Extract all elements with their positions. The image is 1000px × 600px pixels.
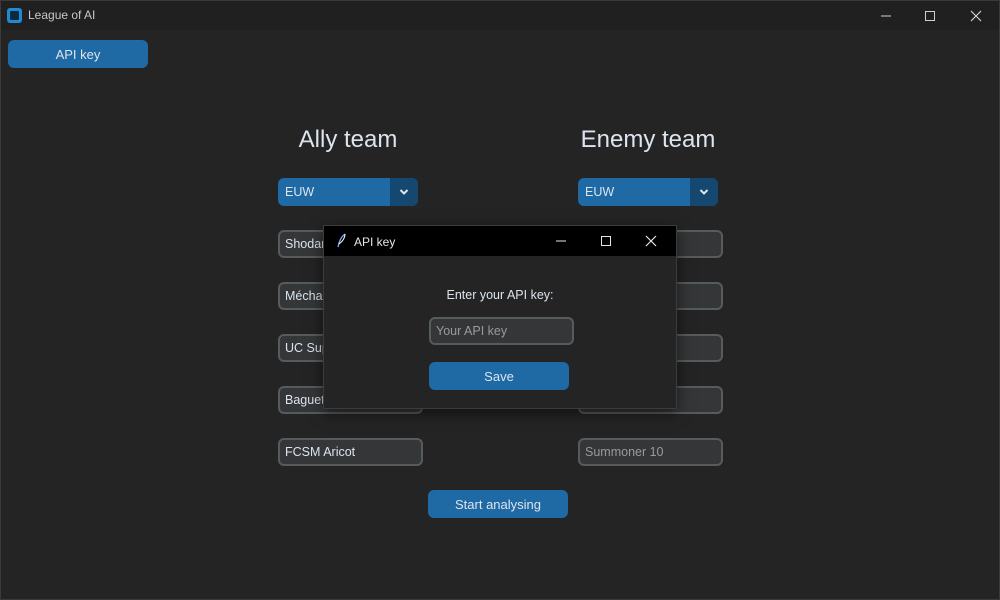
- maximize-button[interactable]: [907, 1, 953, 30]
- chevron-down-icon[interactable]: [390, 178, 418, 206]
- chevron-down-icon[interactable]: [690, 178, 718, 206]
- ally-region-dropdown[interactable]: EUW: [278, 178, 418, 206]
- minimize-icon: [881, 15, 891, 16]
- enemy-region-dropdown[interactable]: EUW: [578, 178, 718, 206]
- close-button[interactable]: [953, 1, 999, 30]
- api-key-button[interactable]: API key: [8, 40, 148, 68]
- ally-team-heading: Ally team: [298, 126, 398, 153]
- save-button[interactable]: Save: [429, 362, 569, 390]
- enemy-team-heading: Enemy team: [580, 126, 716, 153]
- maximize-icon: [925, 10, 935, 21]
- minimize-button[interactable]: [863, 1, 909, 30]
- start-analysing-button[interactable]: Start analysing: [428, 490, 568, 518]
- minimize-icon: [556, 240, 566, 242]
- dialog-minimize-button[interactable]: [538, 226, 584, 256]
- dialog-title-bar: API key: [324, 226, 676, 256]
- api-key-input[interactable]: Your API key: [429, 317, 574, 345]
- dialog-title: API key: [354, 235, 396, 249]
- dialog-maximize-button[interactable]: [583, 226, 629, 256]
- enemy-region-value: EUW: [585, 185, 615, 199]
- ally-summoner-5-input[interactable]: FCSM Aricot: [278, 438, 423, 466]
- dialog-close-button[interactable]: [628, 226, 674, 256]
- feather-icon: [337, 233, 346, 248]
- title-bar: League of AI: [1, 1, 999, 30]
- maximize-icon: [601, 236, 611, 246]
- app-icon: [7, 8, 22, 23]
- close-icon: [970, 10, 982, 21]
- close-icon: [645, 235, 657, 247]
- dialog-prompt: Enter your API key:: [446, 288, 554, 302]
- ally-region-value: EUW: [285, 185, 315, 199]
- main-window: League of AI API key Ally team Enemy tea…: [0, 0, 1000, 600]
- enemy-summoner-5-input[interactable]: Summoner 10: [578, 438, 723, 466]
- api-key-dialog: API key Enter your API key: Your API key…: [323, 225, 677, 409]
- window-title: League of AI: [28, 8, 96, 22]
